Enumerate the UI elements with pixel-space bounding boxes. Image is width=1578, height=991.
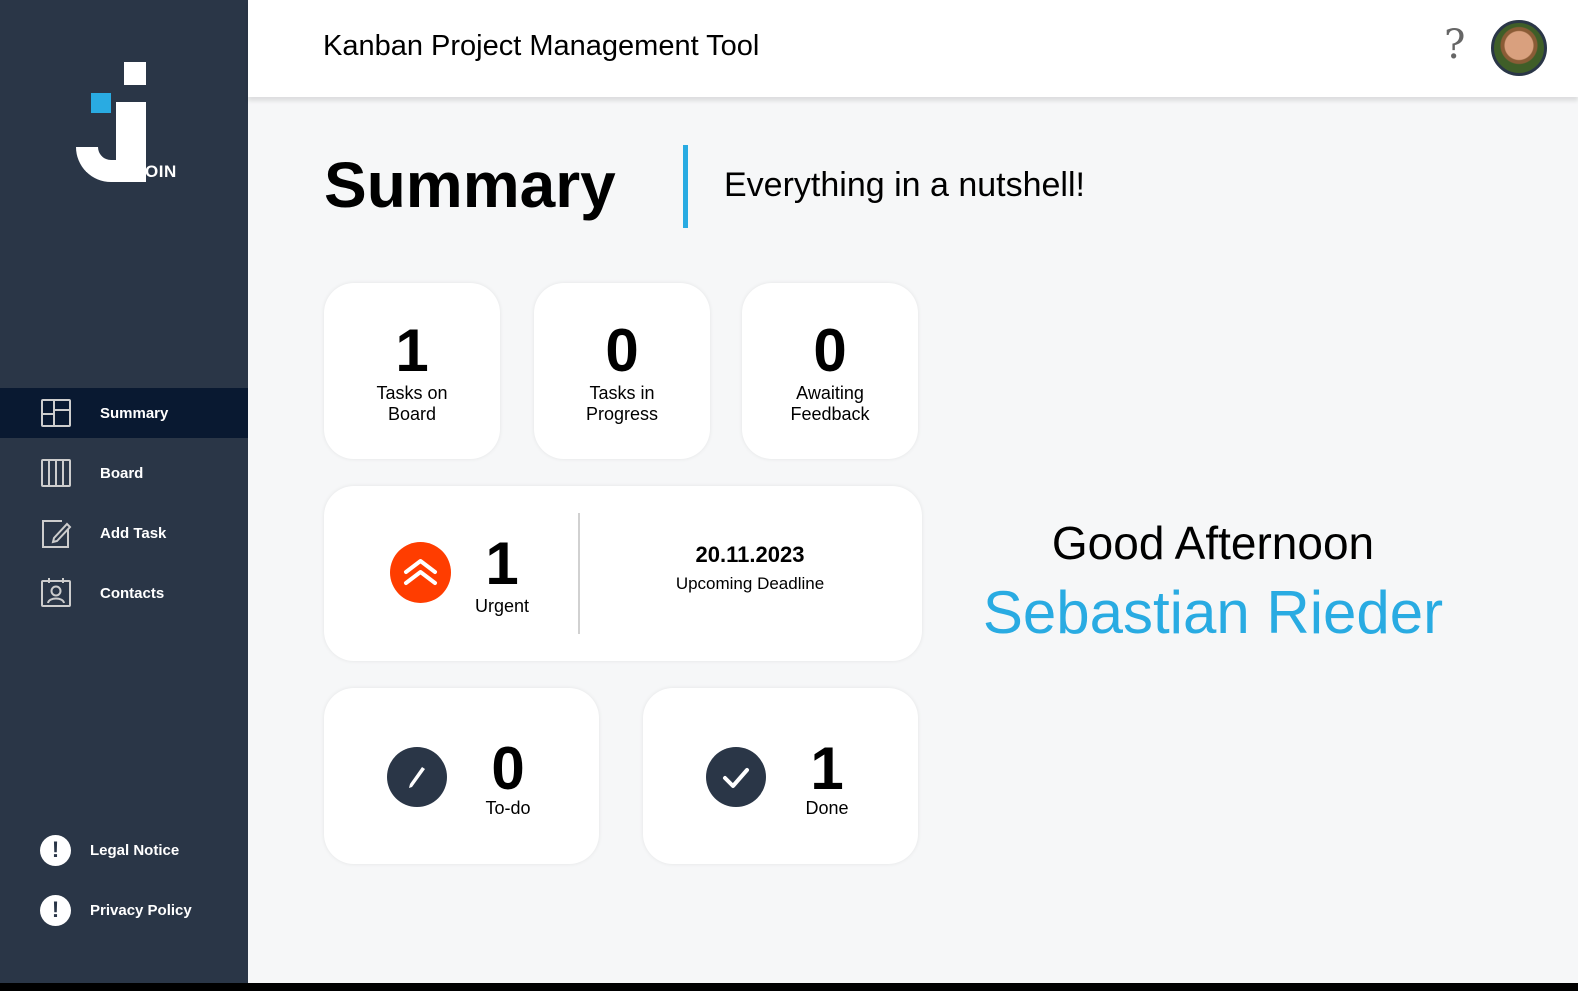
todo-count: 0: [491, 735, 525, 802]
exclamation-icon: !: [40, 834, 71, 866]
window-bottom-edge: [0, 983, 1578, 991]
header: Kanban Project Management Tool ?: [248, 0, 1578, 97]
awaiting-feedback-card[interactable]: 0 Awaiting Feedback: [742, 283, 918, 459]
sidebar-item-label: Board: [100, 464, 144, 482]
sidebar-footer: ! Legal Notice ! Privacy Policy: [0, 830, 248, 950]
label-line: Board: [387, 404, 437, 424]
board-icon: [41, 459, 71, 487]
logo-top-square: [124, 62, 146, 85]
legal-notice-link[interactable]: ! Legal Notice: [0, 830, 248, 870]
urgent-card[interactable]: 1 Urgent 20.11.2023 Upcoming Deadline: [324, 486, 922, 661]
check-icon: [706, 747, 766, 807]
greeting-text: Good Afternoon: [1051, 517, 1375, 569]
contacts-icon: [41, 578, 71, 607]
urgent-count: 1: [485, 530, 519, 597]
logo-hook: [76, 147, 146, 182]
app-title: Kanban Project Management Tool: [323, 30, 760, 62]
awaiting-feedback-label: Awaiting Feedback: [742, 383, 918, 425]
awaiting-feedback-count: 0: [813, 317, 847, 384]
todo-card[interactable]: 0 To-do: [324, 688, 599, 864]
page-title: Summary: [324, 149, 616, 221]
urgent-icon: [390, 542, 451, 603]
sidebar-item-label: Contacts: [100, 584, 165, 602]
privacy-policy-label: Privacy Policy: [90, 901, 192, 919]
privacy-policy-link[interactable]: ! Privacy Policy: [0, 890, 248, 930]
label-line: Progress: [585, 404, 659, 424]
deadline-date: 20.11.2023: [695, 542, 805, 567]
summary-icon: [41, 399, 71, 427]
tasks-in-progress-card[interactable]: 0 Tasks in Progress: [534, 283, 710, 459]
sidebar-item-add-task[interactable]: Add Task: [0, 508, 248, 558]
title-divider: [683, 145, 688, 228]
legal-notice-label: Legal Notice: [90, 841, 180, 859]
sidebar-item-contacts[interactable]: Contacts: [0, 568, 248, 618]
sidebar-nav: Summary Board Add Task Contacts: [0, 388, 248, 628]
logo-blue-square: [91, 93, 111, 113]
tasks-on-board-count: 1: [395, 317, 429, 384]
label-line: Awaiting: [796, 383, 864, 403]
add-task-icon: [42, 520, 72, 548]
done-card[interactable]: 1 Done: [643, 688, 918, 864]
done-label: Done: [805, 798, 849, 818]
label-line: Tasks on: [376, 383, 448, 403]
done-count: 1: [810, 735, 844, 802]
user-name: Sebastian Rieder: [982, 579, 1444, 646]
todo-label: To-do: [485, 798, 531, 818]
sidebar-item-summary[interactable]: Summary: [0, 388, 248, 438]
sidebar-item-label: Summary: [100, 404, 169, 422]
sidebar: OIN Summary Board Add Task Contacts ! Le…: [0, 0, 248, 983]
pencil-icon: [387, 747, 447, 807]
urgent-label: Urgent: [474, 596, 530, 616]
sidebar-item-board[interactable]: Board: [0, 448, 248, 498]
tasks-in-progress-count: 0: [605, 317, 639, 384]
exclamation-icon: !: [40, 894, 71, 926]
label-line: Tasks in: [589, 383, 655, 403]
tasks-in-progress-label: Tasks in Progress: [534, 383, 710, 425]
page-subtitle: Everything in a nutshell!: [724, 166, 1085, 204]
avatar[interactable]: [1491, 20, 1547, 76]
join-logo[interactable]: OIN: [76, 62, 186, 187]
tasks-on-board-label: Tasks on Board: [324, 383, 500, 425]
tasks-on-board-card[interactable]: 1 Tasks on Board: [324, 283, 500, 459]
deadline-label: Upcoming Deadline: [675, 574, 825, 593]
logo-suffix: OIN: [145, 162, 177, 181]
sidebar-item-label: Add Task: [100, 524, 167, 542]
help-icon[interactable]: ?: [1444, 22, 1465, 68]
label-line: Feedback: [790, 404, 870, 424]
